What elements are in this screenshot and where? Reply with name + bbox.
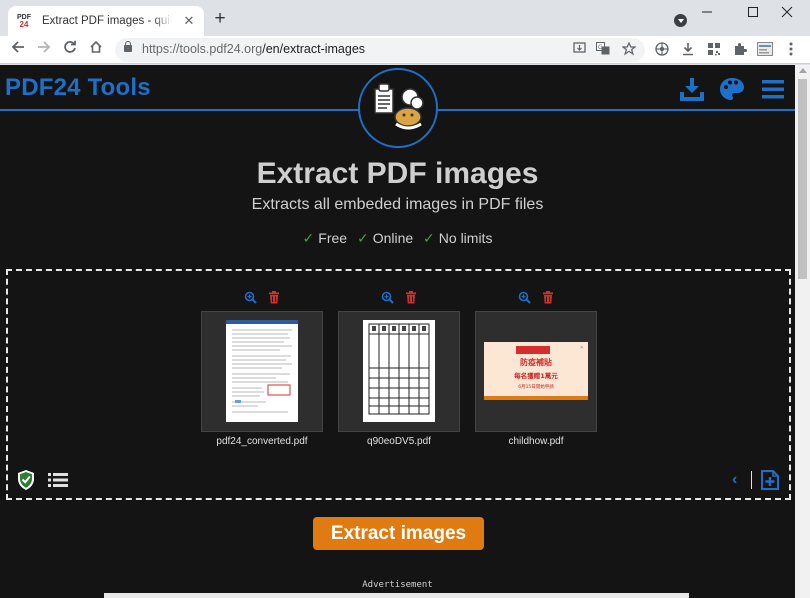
grid-preview bbox=[363, 320, 435, 422]
banner-line-2: 每名獲贈1萬元 bbox=[514, 371, 558, 380]
mascot-chef-icon bbox=[374, 83, 424, 130]
file-dropzone[interactable]: pdf24_converted.pdf q90eoDV5.pdf 防疫補貼 每名… bbox=[6, 269, 791, 500]
trash-icon[interactable] bbox=[268, 291, 280, 309]
file-thumbnail[interactable]: 防疫補貼 每名獲贈1萬元 6月15日開始申請 ✕ bbox=[475, 311, 597, 432]
file-thumbnail[interactable] bbox=[338, 311, 460, 432]
bookmark-star-icon[interactable] bbox=[621, 41, 637, 58]
file-name: childhow.pdf bbox=[508, 436, 564, 447]
file-actions bbox=[201, 291, 323, 307]
check-icon: ✓ bbox=[356, 230, 369, 246]
palette-icon[interactable] bbox=[719, 77, 745, 101]
site-logo[interactable]: PDF24 Tools bbox=[5, 74, 151, 102]
page-scrollbar[interactable] bbox=[795, 65, 810, 598]
advertisement-label: Advertisement bbox=[362, 580, 433, 590]
mascot-logo[interactable] bbox=[358, 68, 438, 148]
advertisement-banner[interactable] bbox=[104, 593, 689, 598]
browser-menu-icon[interactable] bbox=[783, 42, 799, 58]
banner-preview: 防疫補貼 每名獲贈1萬元 6月15日開始申請 ✕ bbox=[484, 342, 588, 400]
extension-aperture-icon[interactable] bbox=[654, 42, 670, 58]
svg-text:G: G bbox=[598, 44, 603, 51]
check-icon: ✓ bbox=[423, 230, 435, 246]
url-text: https://tools.pdf24.org/en/extract-image… bbox=[142, 42, 365, 56]
file-actions bbox=[338, 291, 460, 307]
svg-text:✕: ✕ bbox=[580, 345, 584, 351]
zoom-icon[interactable] bbox=[244, 291, 257, 309]
forward-button[interactable] bbox=[34, 40, 54, 60]
file-actions bbox=[475, 291, 597, 307]
url-host: https://tools.pdf24.org bbox=[142, 42, 263, 56]
zoom-icon[interactable] bbox=[518, 291, 531, 309]
url-path: /en/extract-images bbox=[262, 42, 366, 56]
tab-title: Extract PDF images - quickly, online, fr… bbox=[42, 15, 172, 27]
tab-close-icon[interactable]: ✕ bbox=[182, 14, 196, 28]
translate-icon[interactable]: G bbox=[595, 42, 611, 58]
menu-icon[interactable] bbox=[761, 77, 785, 101]
browser-toolbar: https://tools.pdf24.org/en/extract-image… bbox=[0, 36, 810, 64]
check-icon: ✓ bbox=[302, 230, 315, 246]
close-window-button[interactable] bbox=[764, 2, 810, 26]
trash-icon[interactable] bbox=[405, 291, 417, 309]
download-icon[interactable] bbox=[680, 77, 704, 101]
banner-line-1: 防疫補貼 bbox=[520, 357, 552, 367]
extensions-puzzle-icon[interactable] bbox=[732, 42, 748, 58]
zoom-icon[interactable] bbox=[381, 291, 394, 309]
trash-icon[interactable] bbox=[542, 291, 554, 309]
qr-code-icon[interactable] bbox=[706, 42, 722, 58]
downloads-icon[interactable] bbox=[680, 42, 696, 58]
minimize-button[interactable] bbox=[684, 2, 730, 26]
page-subtitle: Extracts all embeded images in PDF files bbox=[251, 196, 544, 213]
feature-item: ✓ No limits bbox=[423, 230, 493, 246]
shield-check-icon[interactable] bbox=[17, 469, 35, 491]
pdf24-favicon-icon: PDF 24 bbox=[17, 14, 31, 29]
new-tab-button[interactable]: + bbox=[212, 9, 228, 28]
browser-tab[interactable]: PDF 24 Extract PDF images - quickly, onl… bbox=[8, 6, 204, 36]
install-icon[interactable] bbox=[571, 42, 587, 58]
user-avatar-icon[interactable] bbox=[757, 42, 773, 58]
list-view-icon[interactable] bbox=[48, 472, 68, 488]
add-file-icon[interactable] bbox=[760, 469, 780, 491]
scroll-up-icon[interactable] bbox=[799, 68, 807, 73]
home-button[interactable] bbox=[86, 40, 106, 60]
feature-item: ✓ Online bbox=[356, 230, 414, 246]
extract-images-button[interactable]: Extract images bbox=[313, 517, 484, 550]
feature-list: ✓ Free ✓ Online ✓ No limits bbox=[0, 230, 795, 247]
page-title: Extract PDF images bbox=[256, 157, 539, 190]
lock-icon bbox=[124, 41, 132, 52]
chevron-left-icon[interactable]: ‹ bbox=[732, 472, 744, 488]
page-content: PDF24 Tools Extract PDF images Extracts … bbox=[0, 65, 795, 598]
tab-strip: PDF 24 Extract PDF images - quickly, onl… bbox=[0, 0, 810, 36]
scroll-thumb[interactable] bbox=[798, 79, 807, 279]
file-thumbnail[interactable] bbox=[201, 311, 323, 432]
back-button[interactable] bbox=[8, 40, 28, 60]
feature-item: ✓ Free bbox=[302, 230, 348, 246]
banner-line-3: 6月15日開始申請 bbox=[518, 383, 554, 390]
reload-button[interactable] bbox=[60, 40, 80, 60]
toolbar-separator bbox=[751, 471, 752, 489]
document-preview bbox=[226, 320, 298, 422]
address-bar[interactable]: https://tools.pdf24.org/en/extract-image… bbox=[115, 38, 645, 62]
